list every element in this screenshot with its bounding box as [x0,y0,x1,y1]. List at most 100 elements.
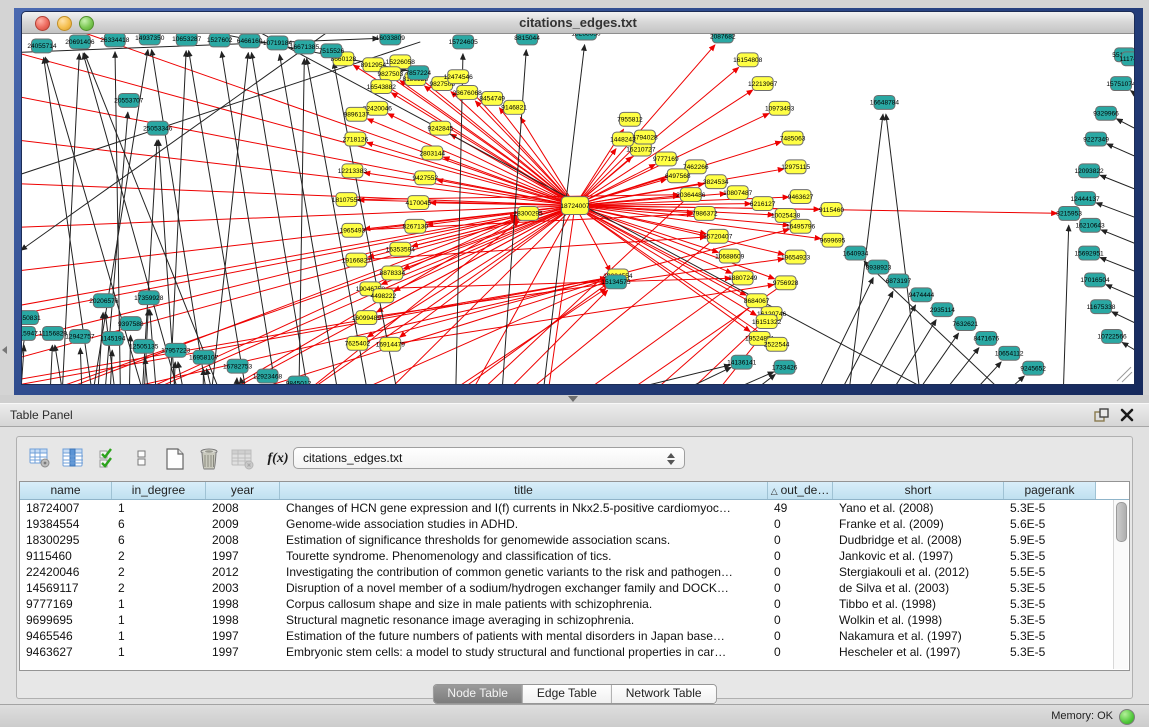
network-canvas[interactable]: 1872400718300295193845548660128891295415… [22,34,1134,384]
tab-network-table[interactable]: Network Table [612,685,716,703]
graph-node[interactable]: 2522544 [764,337,790,351]
tab-node-table[interactable]: Node Table [433,685,523,703]
graph-node[interactable]: 12213967 [748,77,778,91]
graph-node[interactable]: 1145194 [100,331,125,345]
graph-node[interactable]: 2935114 [930,303,955,317]
graph-node[interactable]: 9756928 [773,276,799,290]
graph-node[interactable]: 10719184 [263,36,293,50]
graph-node[interactable]: 16671385 [290,40,320,54]
graph-node[interactable]: 11675338 [1087,300,1116,314]
graph-node[interactable]: 8878334 [380,266,406,280]
delete-trash-icon[interactable] [195,445,221,473]
graph-node[interactable]: 16648784 [870,95,900,109]
table-row[interactable]: 946362711997Embryonic stem cells: a mode… [20,644,1129,660]
graph-node[interactable]: 19654923 [781,250,811,264]
column-header-year[interactable]: year [206,482,280,499]
table-row[interactable]: 911546021997Tourette syndrome. Phenomeno… [20,548,1129,564]
panel-splitter[interactable] [0,395,1149,403]
table-row[interactable]: 946554611997Estimation of the future num… [20,628,1129,644]
graph-node[interactable]: 1965493 [340,223,366,237]
graph-node[interactable]: 20691406 [65,35,95,49]
column-header-short[interactable]: short [833,482,1004,499]
graph-node[interactable]: 12505135 [129,339,159,353]
graph-node[interactable]: 8350831 [22,311,41,325]
column-header-pagerank[interactable]: pagerank [1004,482,1096,499]
graph-node[interactable]: 10653287 [172,34,202,46]
graph-node[interactable]: 7986372 [692,207,718,221]
table-row[interactable]: 977716911998Corpus callosum shape and si… [20,596,1129,612]
graph-node[interactable]: 14136141 [727,355,757,369]
table-selector-dropdown[interactable]: citations_edges.txt [293,447,685,469]
table-row[interactable]: 1456911722003Disruption of a novel membe… [20,580,1129,596]
graph-node[interactable]: 7515526 [319,44,345,58]
graph-node[interactable]: 12213383 [338,164,368,178]
graph-node[interactable]: 3824534 [703,175,729,189]
graph-node[interactable]: 10722566 [1097,329,1127,343]
graph-node[interactable]: 2087682 [710,34,736,43]
graph-node[interactable]: 20553707 [114,93,144,107]
graph-node[interactable]: 7857224 [405,66,431,80]
scrollbar-thumb[interactable] [1116,502,1127,542]
graph-node[interactable]: 9827503 [378,67,404,81]
graph-node[interactable]: 9845012 [286,376,312,384]
graph-node[interactable]: 17016504 [1080,273,1110,287]
graph-node[interactable]: 2718126 [343,132,369,146]
resize-grip-icon[interactable] [1117,367,1132,382]
graph-node[interactable]: 18300295 [513,207,543,221]
graph-node[interactable]: 1527602 [207,34,233,47]
graph-node[interactable]: 9699695 [820,233,846,247]
graph-node[interactable]: 1448243 [610,132,636,146]
graph-node[interactable]: 10973493 [765,101,795,115]
graph-node[interactable]: 6873197 [886,274,912,288]
graph-node[interactable]: 16033809 [376,34,406,45]
graph-node[interactable]: 16495796 [786,219,816,233]
graph-node[interactable]: 9896137 [344,107,370,121]
graph-node[interactable]: 6794028 [632,130,658,144]
graph-node[interactable]: 12923468 [253,369,283,383]
graph-node[interactable]: 18724007 [560,197,590,215]
graph-node[interactable]: 18807249 [728,271,758,285]
graph-node[interactable]: 8454749 [479,92,505,106]
splitter-handle-icon[interactable] [568,396,578,402]
graph-node[interactable]: 16151322 [752,315,782,329]
graph-node[interactable]: 16543882 [367,80,397,94]
graph-node[interactable]: 7625402 [345,336,371,350]
function-builder-icon[interactable]: f(x) [265,445,291,473]
graph-node[interactable]: 15134575 [601,275,631,289]
table-row[interactable]: 1830029562008Estimation of significance … [20,532,1129,548]
graph-node[interactable]: 10654112 [995,346,1024,360]
graph-node[interactable]: 23676068 [453,86,483,100]
graph-node[interactable]: 8471676 [973,331,999,345]
graph-node[interactable]: 9242845 [427,121,453,135]
table-settings-icon[interactable] [27,445,53,473]
graph-node[interactable]: 9146821 [501,100,527,114]
table-row[interactable]: 1872400712008Changes of HCN gene express… [20,500,1129,516]
graph-node[interactable]: 16099489 [352,311,382,325]
table-row[interactable]: 969969511998Structural magnetic resonanc… [20,612,1129,628]
graph-node[interactable]: 11156829 [39,326,68,340]
graph-node[interactable]: 17957223 [161,343,191,357]
graph-node[interactable]: 9227349 [1083,132,1109,146]
graph-node[interactable]: 7485063 [780,131,806,145]
graph-node[interactable]: 3915947 [22,326,38,340]
show-column-icon[interactable] [60,445,86,473]
graph-node[interactable]: 15751074 [1106,77,1134,91]
graph-node[interactable]: 12474546 [444,70,474,84]
row-height-icon[interactable] [129,445,155,473]
graph-node[interactable]: 1640934 [843,246,869,260]
graph-node[interactable]: 14937350 [135,34,165,45]
float-panel-icon[interactable] [1094,408,1109,423]
graph-node[interactable]: 12942757 [65,329,95,343]
graph-node[interactable]: 7632621 [953,317,979,331]
graph-node[interactable]: 4498222 [371,289,397,303]
graph-node[interactable]: 10688609 [715,249,745,263]
graph-node[interactable]: 6466160 [237,34,263,48]
column-header-in_degree[interactable]: in_degree [112,482,206,499]
column-header-out_de[interactable]: △out_de… [768,482,833,499]
graph-node[interactable]: 8815044 [514,34,540,45]
graph-node[interactable]: 8938923 [866,260,892,274]
table-row[interactable]: 2242004622012Investigating the contribut… [20,564,1129,580]
close-panel-icon[interactable] [1119,407,1135,423]
column-header-name[interactable]: name [20,482,112,499]
graph-node[interactable]: 8215953 [1056,207,1082,221]
